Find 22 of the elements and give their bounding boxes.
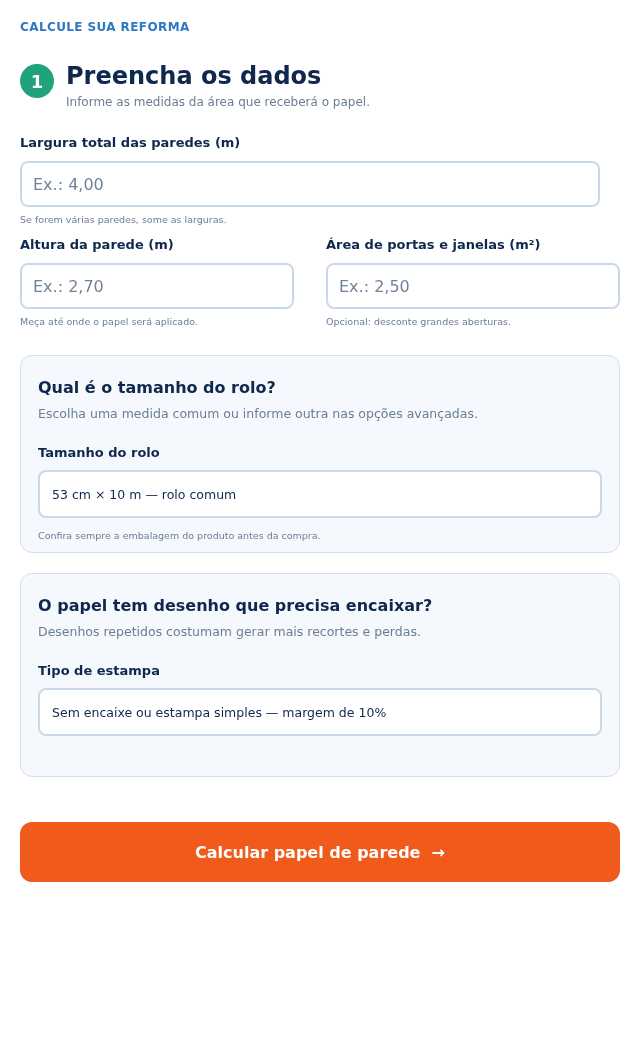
card-title: Qual é o tamanho do rolo? [38, 378, 277, 398]
card-title: O papel tem desenho que precisa encaixar? [38, 596, 434, 616]
eyebrow-text: CALCULE SUA REFORMA [20, 20, 191, 34]
select-field[interactable]: Sem encaixe ou estampa simples — margem de 10% [38, 688, 602, 736]
input-field[interactable]: Ex.: 4,00 [20, 161, 600, 207]
field-label: Altura da parede (m) [20, 237, 175, 253]
card-subtitle: Desenhos repetidos costumam gerar mais recortes e perdas. [38, 624, 422, 639]
card-subtitle: Escolha uma medida comum ou informe outra nas opções avançadas. [38, 406, 479, 421]
input-field[interactable]: Ex.: 2,50 [326, 263, 620, 309]
field-hint: Confira sempre a embalagem do produto antes da compra. [38, 530, 322, 541]
input-field[interactable]: Ex.: 2,70 [20, 263, 294, 309]
step-title: Preencha os dados [66, 61, 323, 91]
field-hint: Se forem várias paredes, some as larguras. [20, 214, 228, 225]
step-number-badge: 1 [20, 64, 54, 98]
field-label: Largura total das paredes (m) [20, 135, 242, 151]
field-hint: Meça até onde o papel será aplicado. [20, 316, 199, 327]
select-field[interactable]: 53 cm × 10 m — rolo comum [38, 470, 602, 518]
field-hint: Opcional: desconte grandes aberturas. [326, 316, 513, 327]
field-label: Área de portas e janelas (m²) [326, 237, 542, 253]
step-subtitle: Informe as medidas da área que receberá o papel. [66, 95, 370, 109]
field-label: Tipo de estampa [38, 663, 161, 679]
field-label: Tamanho do rolo [38, 445, 161, 461]
